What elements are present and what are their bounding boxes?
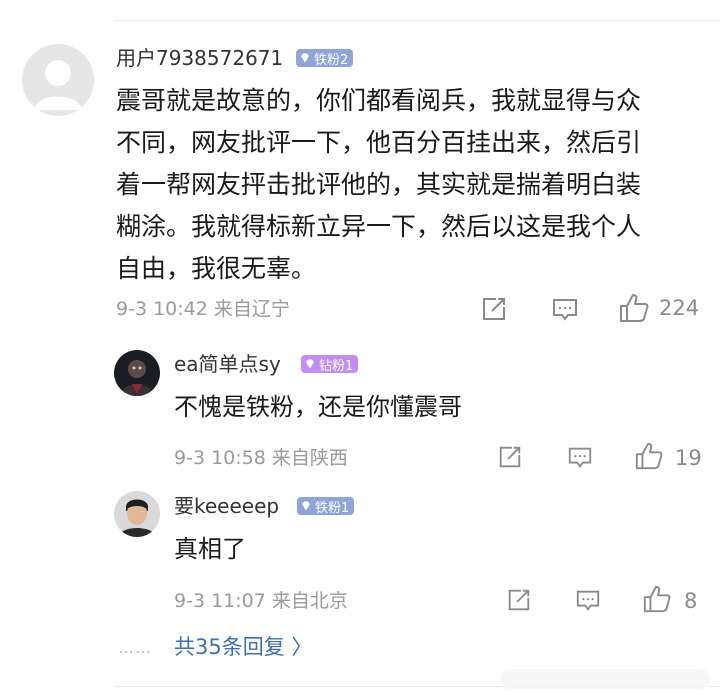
share-icon — [508, 589, 530, 611]
comment-text-line: 震哥就是故意的，你们都看阅兵，我就显得与众 — [116, 86, 642, 115]
avatar[interactable] — [22, 44, 94, 116]
thumbs-up-icon — [620, 294, 649, 322]
reply-username[interactable]: 要keeeeep — [174, 494, 279, 518]
share-icon — [483, 298, 505, 320]
fan-badge-label: 钻粉1 — [319, 358, 354, 374]
gem-icon — [302, 501, 310, 511]
comment-username[interactable]: 用户7938572671 — [116, 46, 283, 70]
reply-meta: 9-3 10:58 来自陕西 — [174, 447, 348, 469]
fan-badge: 钻粉1 — [301, 355, 359, 374]
like-count: 19 — [675, 446, 702, 470]
gem-icon — [301, 53, 309, 63]
user-avatar-image — [114, 491, 160, 537]
share-icon — [499, 446, 521, 468]
comment-text-line: 自由，我很无辜。 — [116, 254, 317, 283]
default-avatar-icon — [22, 44, 94, 116]
reply-text: 真相了 — [174, 535, 246, 563]
reply-button[interactable] — [575, 587, 601, 613]
comment-text: 震哥就是故意的，你们都看阅兵，我就显得与众 不同，网友批评一下，他百分百挂出来，… — [116, 80, 641, 290]
reply-button[interactable] — [551, 295, 579, 323]
share-button[interactable] — [480, 295, 508, 323]
watermark — [500, 669, 710, 689]
reply-username[interactable]: ea简单点sy — [174, 352, 281, 376]
reply-button[interactable] — [567, 444, 593, 470]
avatar[interactable] — [114, 350, 160, 396]
fan-badge-label: 铁粉1 — [315, 500, 350, 516]
comment-icon — [568, 447, 592, 468]
share-button[interactable] — [497, 444, 523, 470]
top-divider — [114, 20, 720, 21]
comment-text-line: 不同，网友批评一下，他百分百挂出来，然后引 — [116, 128, 642, 157]
like-count: 224 — [659, 296, 700, 320]
avatar[interactable] — [114, 491, 160, 537]
comment-text-line: 着一帮网友抨击批评他的，其实就是揣着明白装 — [116, 170, 642, 199]
fan-badge: 铁粉2 — [296, 49, 354, 68]
like-button[interactable] — [618, 292, 650, 324]
like-button[interactable] — [642, 584, 672, 614]
fan-badge-label: 铁粉2 — [314, 52, 349, 68]
comment-text-line: 糊涂。我就得标新立异一下，然后以这是我个人 — [116, 212, 642, 241]
user-avatar-image — [114, 350, 160, 396]
comment-icon — [576, 590, 600, 611]
gem-icon — [306, 359, 314, 369]
reply-text: 不愧是铁粉，还是你懂震哥 — [174, 393, 462, 421]
share-button[interactable] — [506, 587, 532, 613]
thumbs-up-icon — [635, 442, 663, 470]
comment-icon — [553, 299, 577, 321]
more-replies-dots: …… — [118, 638, 152, 657]
like-button[interactable] — [634, 441, 664, 471]
thumbs-up-icon — [643, 585, 671, 613]
reply-meta: 9-3 11:07 来自北京 — [174, 590, 348, 612]
fan-badge: 铁粉1 — [297, 497, 355, 516]
comment-meta: 9-3 10:42 来自辽宁 — [116, 298, 290, 320]
like-count: 8 — [684, 589, 698, 613]
more-replies-link[interactable]: 共35条回复 〉 — [174, 634, 312, 660]
